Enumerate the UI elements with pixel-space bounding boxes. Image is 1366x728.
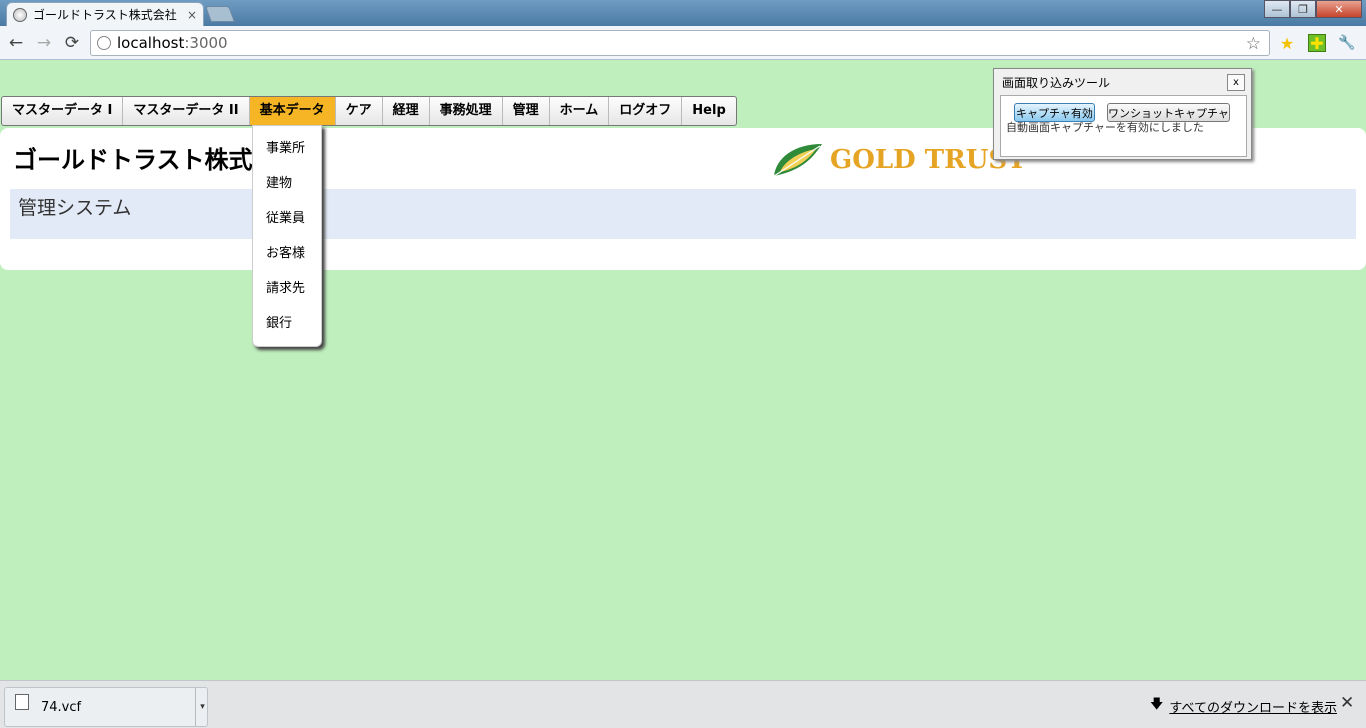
gold-trust-logo: GOLD TRUST [770,140,1027,180]
menu-master-data-2[interactable]: マスターデータ II [123,97,250,125]
show-all-downloads-link[interactable]: すべてのダウンロードを表示 [1169,697,1337,716]
back-button[interactable]: ← [6,33,26,53]
capture-tool-close-button[interactable]: x [1227,74,1245,91]
tab-title: ゴールドトラスト株式会社 [33,8,177,22]
menu-home[interactable]: ホーム [550,97,610,125]
star-extension-icon[interactable]: ★ [1278,34,1296,53]
download-menu-arrow-icon[interactable]: ▾ [195,688,209,726]
capture-status: 自動画面キャプチャーを有効にしました [1006,121,1204,134]
globe-icon [13,7,27,22]
download-item[interactable]: 74.vcf ▾ [4,687,208,727]
forward-button[interactable]: → [34,33,54,53]
dropdown-item-bank[interactable]: 銀行 [253,311,321,346]
show-all-downloads: 🡇 すべてのダウンロードを表示 [1150,695,1337,717]
leaf-logo-icon [773,144,822,177]
bookmark-star-icon[interactable]: ☆ [1246,34,1261,54]
dropdown-item-customer[interactable]: お客様 [253,241,321,276]
menu-admin[interactable]: 管理 [503,97,550,125]
minimize-button[interactable]: — [1264,0,1290,18]
address-bar[interactable]: localhost:3000 ☆ [90,30,1270,56]
browser-tab[interactable]: ゴールドトラスト株式会社 × [6,2,204,26]
dropdown-item-billing[interactable]: 請求先 [253,276,321,311]
puzzle-extension-icon[interactable]: ✚ [1308,34,1326,53]
download-arrow-icon: 🡇 [1150,697,1164,712]
menu-master-data-1[interactable]: マスターデータ I [2,97,124,125]
capture-tool-window: 画面取り込みツール x キャプチャ有効 ワンショットキャプチャ 自動画面キャプチ… [993,68,1252,160]
url-host: localhost [117,34,185,52]
dropdown-item-employee[interactable]: 従業員 [253,206,321,241]
dropdown-item-office[interactable]: 事業所 [253,136,321,171]
wrench-icon[interactable]: 🔧 [1338,34,1356,52]
restore-button[interactable]: ❐ [1290,0,1316,18]
capture-tool-body: キャプチャ有効 ワンショットキャプチャ 自動画面キャプチャーを有効にしました [1000,95,1247,157]
download-file-name: 74.vcf [41,700,82,715]
tab-close-icon[interactable]: × [187,8,197,22]
file-icon [15,694,29,710]
window-titlebar: ゴールドトラスト株式会社 × — ❐ ✕ [0,0,1366,26]
window-controls: — ❐ ✕ [1264,0,1362,18]
main-menu: マスターデータ I マスターデータ II 基本データ ケア 経理 事務処理 管理… [1,96,737,126]
page-info-icon [97,36,111,50]
system-subtitle: 管理システム [18,197,132,219]
capture-tool-title: 画面取り込みツール [1002,76,1111,90]
menu-care[interactable]: ケア [336,97,383,125]
window-close-button[interactable]: ✕ [1316,0,1362,18]
menu-basic-data[interactable]: 基本データ [249,97,336,125]
download-shelf: 74.vcf ▾ 🡇 すべてのダウンロードを表示 ✕ [0,680,1366,728]
menu-office-work[interactable]: 事務処理 [430,97,503,125]
menu-logoff[interactable]: ログオフ [609,97,683,125]
browser-toolbar: ← → ⟳ localhost:3000 ☆ ★ ✚ 🔧 [0,26,1366,60]
menu-accounting[interactable]: 経理 [383,97,430,125]
new-tab-button[interactable] [205,6,235,22]
url-port: :3000 [184,34,228,52]
reload-button[interactable]: ⟳ [62,33,82,53]
basic-data-dropdown: 事業所 建物 従業員 お客様 請求先 銀行 [252,125,322,347]
menu-help[interactable]: Help [682,97,735,125]
company-name: ゴールドトラスト株式会社 [13,146,253,174]
shelf-close-icon[interactable]: ✕ [1340,693,1354,713]
subtitle-bar: 管理システム [10,189,1356,239]
dropdown-item-building[interactable]: 建物 [253,171,321,206]
